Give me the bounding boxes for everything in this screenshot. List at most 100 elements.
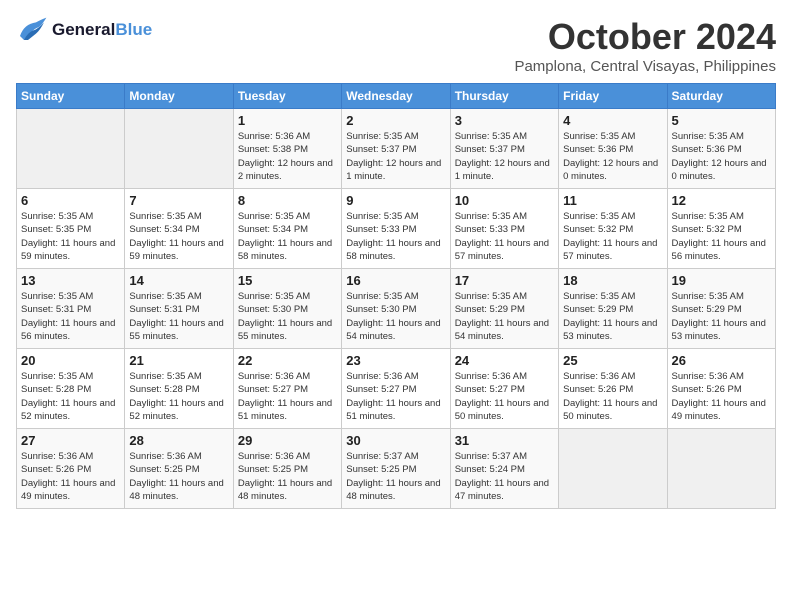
- cell-info: Sunrise: 5:35 AMSunset: 5:30 PMDaylight:…: [346, 290, 445, 343]
- header-friday: Friday: [559, 84, 667, 109]
- calendar-cell: [667, 429, 775, 509]
- day-number: 23: [346, 353, 445, 368]
- day-number: 26: [672, 353, 771, 368]
- location-title: Pamplona, Central Visayas, Philippines: [514, 58, 776, 75]
- calendar-week-1: 6 Sunrise: 5:35 AMSunset: 5:35 PMDaylight…: [17, 189, 776, 269]
- calendar-cell: 1 Sunrise: 5:36 AMSunset: 5:38 PMDaylight…: [233, 109, 341, 189]
- calendar-week-4: 27Sunrise: 5:36 AMSunset: 5:26 PMDayligh…: [17, 429, 776, 509]
- calendar-cell: 9 Sunrise: 5:35 AMSunset: 5:33 PMDaylight…: [342, 189, 450, 269]
- day-number: 19: [672, 273, 771, 288]
- calendar-cell: 29Sunrise: 5:36 AMSunset: 5:25 PMDayligh…: [233, 429, 341, 509]
- day-number: 3: [455, 113, 554, 128]
- calendar-week-3: 20Sunrise: 5:35 AMSunset: 5:28 PMDayligh…: [17, 349, 776, 429]
- header-monday: Monday: [125, 84, 233, 109]
- day-number: 4: [563, 113, 662, 128]
- day-number: 12: [672, 193, 771, 208]
- calendar-cell: 16 Sunrise: 5:35 AMSunset: 5:30 PMDayligh…: [342, 269, 450, 349]
- calendar-cell: 6 Sunrise: 5:35 AMSunset: 5:35 PMDaylight…: [17, 189, 125, 269]
- cell-info: Sunrise: 5:35 AMSunset: 5:31 PMDaylight:…: [129, 290, 228, 343]
- calendar-cell: 25Sunrise: 5:36 AMSunset: 5:26 PMDayligh…: [559, 349, 667, 429]
- cell-info: Sunrise: 5:36 AMSunset: 5:26 PMDaylight:…: [21, 450, 120, 503]
- day-number: 16: [346, 273, 445, 288]
- cell-info: Sunrise: 5:35 AMSunset: 5:32 PMDaylight:…: [672, 210, 771, 263]
- calendar-cell: 26 Sunrise: 5:36 AMSunset: 5:26 PMDayligh…: [667, 349, 775, 429]
- day-number: 13: [21, 273, 120, 288]
- day-number: 1: [238, 113, 337, 128]
- calendar-cell: 30 Sunrise: 5:37 AMSunset: 5:25 PMDayligh…: [342, 429, 450, 509]
- day-number: 22: [238, 353, 337, 368]
- calendar-cell: 8Sunrise: 5:35 AMSunset: 5:34 PMDaylight…: [233, 189, 341, 269]
- calendar-cell: 24 Sunrise: 5:36 AMSunset: 5:27 PMDayligh…: [450, 349, 558, 429]
- header-wednesday: Wednesday: [342, 84, 450, 109]
- cell-info: Sunrise: 5:35 AMSunset: 5:36 PMDaylight:…: [672, 130, 771, 183]
- cell-info: Sunrise: 5:37 AMSunset: 5:24 PMDaylight:…: [455, 450, 554, 503]
- day-number: 6: [21, 193, 120, 208]
- calendar-cell: [125, 109, 233, 189]
- calendar-cell: 27Sunrise: 5:36 AMSunset: 5:26 PMDayligh…: [17, 429, 125, 509]
- header-sunday: Sunday: [17, 84, 125, 109]
- cell-info: Sunrise: 5:36 AMSunset: 5:25 PMDaylight:…: [129, 450, 228, 503]
- day-number: 9: [346, 193, 445, 208]
- cell-info: Sunrise: 5:35 AMSunset: 5:34 PMDaylight:…: [129, 210, 228, 263]
- calendar-header-row: SundayMondayTuesdayWednesdayThursdayFrid…: [17, 84, 776, 109]
- cell-info: Sunrise: 5:35 AMSunset: 5:33 PMDaylight:…: [346, 210, 445, 263]
- page-header: GeneralBlue October 2024 Pamplona, Centr…: [16, 16, 776, 75]
- calendar-cell: 23 Sunrise: 5:36 AMSunset: 5:27 PMDayligh…: [342, 349, 450, 429]
- calendar-cell: 28 Sunrise: 5:36 AMSunset: 5:25 PMDayligh…: [125, 429, 233, 509]
- cell-info: Sunrise: 5:36 AMSunset: 5:25 PMDaylight:…: [238, 450, 337, 503]
- calendar-cell: 7Sunrise: 5:35 AMSunset: 5:34 PMDaylight…: [125, 189, 233, 269]
- logo-text: GeneralBlue: [52, 20, 152, 40]
- cell-info: Sunrise: 5:35 AMSunset: 5:35 PMDaylight:…: [21, 210, 120, 263]
- calendar-cell: 10Sunrise: 5:35 AMSunset: 5:33 PMDayligh…: [450, 189, 558, 269]
- cell-info: Sunrise: 5:36 AMSunset: 5:27 PMDaylight:…: [346, 370, 445, 423]
- cell-info: Sunrise: 5:35 AMSunset: 5:29 PMDaylight:…: [672, 290, 771, 343]
- cell-info: Sunrise: 5:35 AMSunset: 5:29 PMDaylight:…: [563, 290, 662, 343]
- day-number: 8: [238, 193, 337, 208]
- cell-info: Sunrise: 5:37 AMSunset: 5:25 PMDaylight:…: [346, 450, 445, 503]
- calendar-cell: 11 Sunrise: 5:35 AMSunset: 5:32 PMDayligh…: [559, 189, 667, 269]
- calendar-cell: 13 Sunrise: 5:35 AMSunset: 5:31 PMDayligh…: [17, 269, 125, 349]
- cell-info: Sunrise: 5:35 AMSunset: 5:30 PMDaylight:…: [238, 290, 337, 343]
- calendar-cell: 3Sunrise: 5:35 AMSunset: 5:37 PMDaylight…: [450, 109, 558, 189]
- cell-info: Sunrise: 5:36 AMSunset: 5:26 PMDaylight:…: [672, 370, 771, 423]
- cell-info: Sunrise: 5:35 AMSunset: 5:28 PMDaylight:…: [129, 370, 228, 423]
- title-block: October 2024 Pamplona, Central Visayas, …: [514, 16, 776, 75]
- logo: GeneralBlue: [16, 16, 152, 44]
- calendar-cell: 5 Sunrise: 5:35 AMSunset: 5:36 PMDaylight…: [667, 109, 775, 189]
- cell-info: Sunrise: 5:36 AMSunset: 5:27 PMDaylight:…: [238, 370, 337, 423]
- day-number: 10: [455, 193, 554, 208]
- cell-info: Sunrise: 5:35 AMSunset: 5:36 PMDaylight:…: [563, 130, 662, 183]
- calendar-cell: 15Sunrise: 5:35 AMSunset: 5:30 PMDayligh…: [233, 269, 341, 349]
- calendar-cell: 31 Sunrise: 5:37 AMSunset: 5:24 PMDayligh…: [450, 429, 558, 509]
- cell-info: Sunrise: 5:35 AMSunset: 5:28 PMDaylight:…: [21, 370, 120, 423]
- day-number: 18: [563, 273, 662, 288]
- day-number: 11: [563, 193, 662, 208]
- day-number: 14: [129, 273, 228, 288]
- header-tuesday: Tuesday: [233, 84, 341, 109]
- calendar-cell: 18 Sunrise: 5:35 AMSunset: 5:29 PMDayligh…: [559, 269, 667, 349]
- day-number: 31: [455, 433, 554, 448]
- cell-info: Sunrise: 5:36 AMSunset: 5:27 PMDaylight:…: [455, 370, 554, 423]
- cell-info: Sunrise: 5:35 AMSunset: 5:32 PMDaylight:…: [563, 210, 662, 263]
- day-number: 30: [346, 433, 445, 448]
- calendar-cell: 22 Sunrise: 5:36 AMSunset: 5:27 PMDayligh…: [233, 349, 341, 429]
- calendar-cell: 12 Sunrise: 5:35 AMSunset: 5:32 PMDayligh…: [667, 189, 775, 269]
- calendar-cell: 4 Sunrise: 5:35 AMSunset: 5:36 PMDaylight…: [559, 109, 667, 189]
- header-saturday: Saturday: [667, 84, 775, 109]
- calendar-cell: 2 Sunrise: 5:35 AMSunset: 5:37 PMDaylight…: [342, 109, 450, 189]
- calendar-cell: 14 Sunrise: 5:35 AMSunset: 5:31 PMDayligh…: [125, 269, 233, 349]
- cell-info: Sunrise: 5:35 AMSunset: 5:31 PMDaylight:…: [21, 290, 120, 343]
- calendar-cell: 19 Sunrise: 5:35 AMSunset: 5:29 PMDayligh…: [667, 269, 775, 349]
- cell-info: Sunrise: 5:36 AMSunset: 5:26 PMDaylight:…: [563, 370, 662, 423]
- day-number: 24: [455, 353, 554, 368]
- day-number: 5: [672, 113, 771, 128]
- day-number: 28: [129, 433, 228, 448]
- day-number: 2: [346, 113, 445, 128]
- month-title: October 2024: [514, 16, 776, 58]
- cell-info: Sunrise: 5:36 AMSunset: 5:38 PMDaylight:…: [238, 130, 337, 183]
- calendar-cell: [559, 429, 667, 509]
- logo-icon: [16, 16, 48, 44]
- calendar-table: SundayMondayTuesdayWednesdayThursdayFrid…: [16, 83, 776, 509]
- calendar-body: 1 Sunrise: 5:36 AMSunset: 5:38 PMDaylight…: [17, 109, 776, 509]
- cell-info: Sunrise: 5:35 AMSunset: 5:37 PMDaylight:…: [346, 130, 445, 183]
